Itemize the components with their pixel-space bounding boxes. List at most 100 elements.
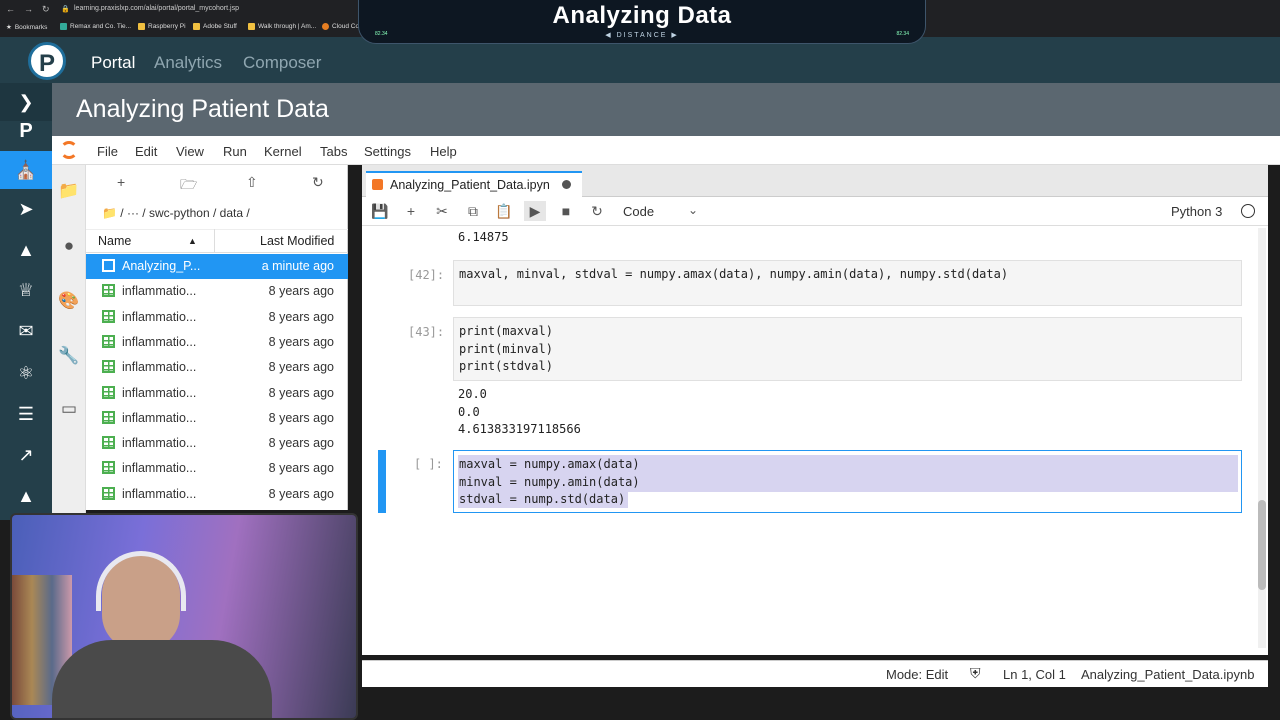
file-modified: 8 years ago [268, 284, 334, 299]
file-row[interactable]: inflammatio... 8 years ago [86, 305, 348, 330]
stream-overlay: Analyzing Data ◀ DISTANCE ▶ 82.34 82.34 [358, 0, 926, 44]
file-row[interactable]: inflammatio... 8 years ago [86, 355, 348, 380]
running-icon[interactable]: ● [52, 231, 86, 261]
file-row[interactable]: inflammatio... 8 years ago [86, 330, 348, 355]
file-row[interactable]: inflammatio... 8 years ago [86, 431, 348, 456]
tabs-icon[interactable]: ▭ [52, 394, 86, 424]
menu-run[interactable]: Run [223, 144, 247, 159]
bookmark-item[interactable]: Cloud Co [322, 23, 359, 30]
cell-output-top: 6.14875 [458, 230, 509, 244]
file-modified: 8 years ago [268, 334, 334, 349]
column-divider [214, 229, 215, 253]
file-row[interactable]: inflammatio... 8 years ago [86, 456, 348, 481]
mail-icon[interactable]: ✉ [0, 312, 52, 350]
p-icon[interactable]: P [0, 112, 52, 150]
cell-prompt: [43]: [408, 325, 445, 339]
graduation-cap-icon[interactable]: ▲ [0, 477, 52, 515]
menu-view[interactable]: View [176, 144, 204, 159]
copy-icon[interactable]: ⧉ [462, 201, 484, 221]
spreadsheet-icon [102, 436, 115, 450]
portal-logo[interactable]: P [28, 42, 66, 80]
overlay-corner-right: 82.34 [896, 31, 909, 37]
cut-icon[interactable]: ✂ [431, 201, 453, 221]
rocket-icon[interactable]: ➤ [0, 190, 52, 228]
lock-icon: 🔒 [61, 6, 70, 13]
breadcrumb[interactable]: 📁 / ··· / swc-python / data / [102, 206, 250, 220]
save-icon[interactable]: 💾 [369, 201, 391, 221]
gitlab-icon[interactable]: ▲ [0, 231, 52, 269]
folder-icon[interactable]: 📁 [52, 176, 86, 206]
cell-prompt: [42]: [408, 268, 445, 282]
trophy-icon[interactable]: ♕ [0, 271, 52, 309]
wrench-icon[interactable]: 🔧 [52, 341, 86, 371]
file-row[interactable]: Analyzing_P... a minute ago [86, 254, 348, 279]
file-modified: 8 years ago [268, 360, 334, 375]
nav-composer[interactable]: Composer [243, 53, 321, 73]
spreadsheet-icon [102, 385, 115, 399]
menu-help[interactable]: Help [430, 144, 457, 159]
code-cell[interactable]: maxval, minval, stdval = numpy.amax(data… [453, 260, 1242, 306]
cell-type-select[interactable]: Code [623, 204, 654, 219]
code-cell[interactable]: print(maxval) print(minval) print(stdval… [453, 317, 1242, 381]
bookmark-item[interactable]: Adobe Stuff [193, 23, 237, 30]
reload-icon[interactable]: ↻ [42, 4, 50, 15]
file-row[interactable]: inflammatio... 8 years ago [86, 482, 348, 507]
unsaved-dot-icon[interactable] [562, 180, 571, 189]
menu-file[interactable]: File [97, 144, 118, 159]
scrollbar-thumb[interactable] [1258, 500, 1266, 590]
sort-up-icon[interactable]: ▲ [188, 236, 197, 246]
file-name: inflammatio... [122, 385, 197, 400]
refresh-icon[interactable]: ↻ [312, 174, 324, 191]
file-modified: 8 years ago [268, 309, 334, 324]
status-mode[interactable]: Mode: Edit [886, 667, 948, 682]
new-folder-icon[interactable]: 🗁 [180, 174, 197, 198]
cell-output: 20.0 0.0 4.613833197118566 [458, 387, 581, 436]
menu-settings[interactable]: Settings [364, 144, 411, 159]
bookmark-item[interactable]: ★ Bookmarks [6, 23, 47, 32]
restart-icon[interactable]: ↻ [586, 201, 608, 221]
cell-code[interactable]: maxval = numpy.amax(data) minval = numpy… [459, 456, 640, 509]
code-cell-active[interactable]: maxval = numpy.amax(data) minval = numpy… [453, 450, 1242, 513]
file-row[interactable]: inflammatio... 8 years ago [86, 406, 348, 431]
file-row[interactable]: inflammatio... 8 years ago [86, 279, 348, 304]
notebook-icon [372, 179, 383, 190]
bookmark-item[interactable]: Remax and Co. Tie... [60, 23, 131, 30]
new-launcher-icon[interactable]: + [117, 174, 125, 190]
shield-icon[interactable]: ⛨ [970, 665, 981, 682]
insert-cell-icon[interactable]: + [400, 201, 422, 221]
file-name: inflammatio... [122, 436, 197, 451]
bookmark-item[interactable]: Walk through | Am... [248, 23, 316, 30]
building-icon[interactable]: ⛪ [0, 151, 52, 189]
spreadsheet-icon [102, 461, 115, 475]
file-row[interactable]: inflammatio... 8 years ago [86, 381, 348, 406]
atom-icon[interactable]: ⚛ [0, 354, 52, 392]
nav-analytics[interactable]: Analytics [154, 53, 222, 73]
kernel-name[interactable]: Python 3 [1171, 204, 1222, 219]
column-last-modified[interactable]: Last Modified [260, 234, 334, 248]
forward-icon[interactable]: → [24, 4, 33, 14]
file-modified: 8 years ago [268, 461, 334, 476]
chart-icon[interactable]: ↗ [0, 436, 52, 474]
back-icon[interactable]: ← [6, 4, 15, 14]
menu-edit[interactable]: Edit [135, 144, 157, 159]
url-text[interactable]: learning.praxislxp.com/alai/portal/porta… [74, 5, 239, 12]
cell-code[interactable]: print(maxval) print(minval) print(stdval… [459, 323, 553, 376]
bookmark-item[interactable]: Raspberry Pi [138, 23, 186, 30]
run-icon[interactable]: ▶ [524, 201, 546, 221]
status-position[interactable]: Ln 1, Col 1 [1003, 667, 1066, 682]
menu-tabs[interactable]: Tabs [320, 144, 347, 159]
column-name[interactable]: Name [98, 234, 131, 248]
cell-prompt: [ ]: [414, 457, 443, 471]
server-icon[interactable]: ☰ [0, 395, 52, 433]
palette-icon[interactable]: 🎨 [52, 286, 86, 316]
nav-portal[interactable]: Portal [91, 53, 135, 73]
cell-code[interactable]: maxval, minval, stdval = numpy.amax(data… [459, 266, 1008, 284]
upload-icon[interactable]: ⇧ [246, 174, 258, 191]
paste-icon[interactable]: 📋 [493, 201, 515, 221]
chevron-down-icon[interactable]: ⌄ [688, 203, 698, 217]
menu-kernel[interactable]: Kernel [264, 144, 302, 159]
tab-notebook[interactable]: Analyzing_Patient_Data.ipyn [366, 171, 582, 198]
jupyter-logo-icon [60, 141, 78, 159]
stop-icon[interactable]: ■ [555, 201, 577, 221]
folder-icon [193, 23, 200, 30]
